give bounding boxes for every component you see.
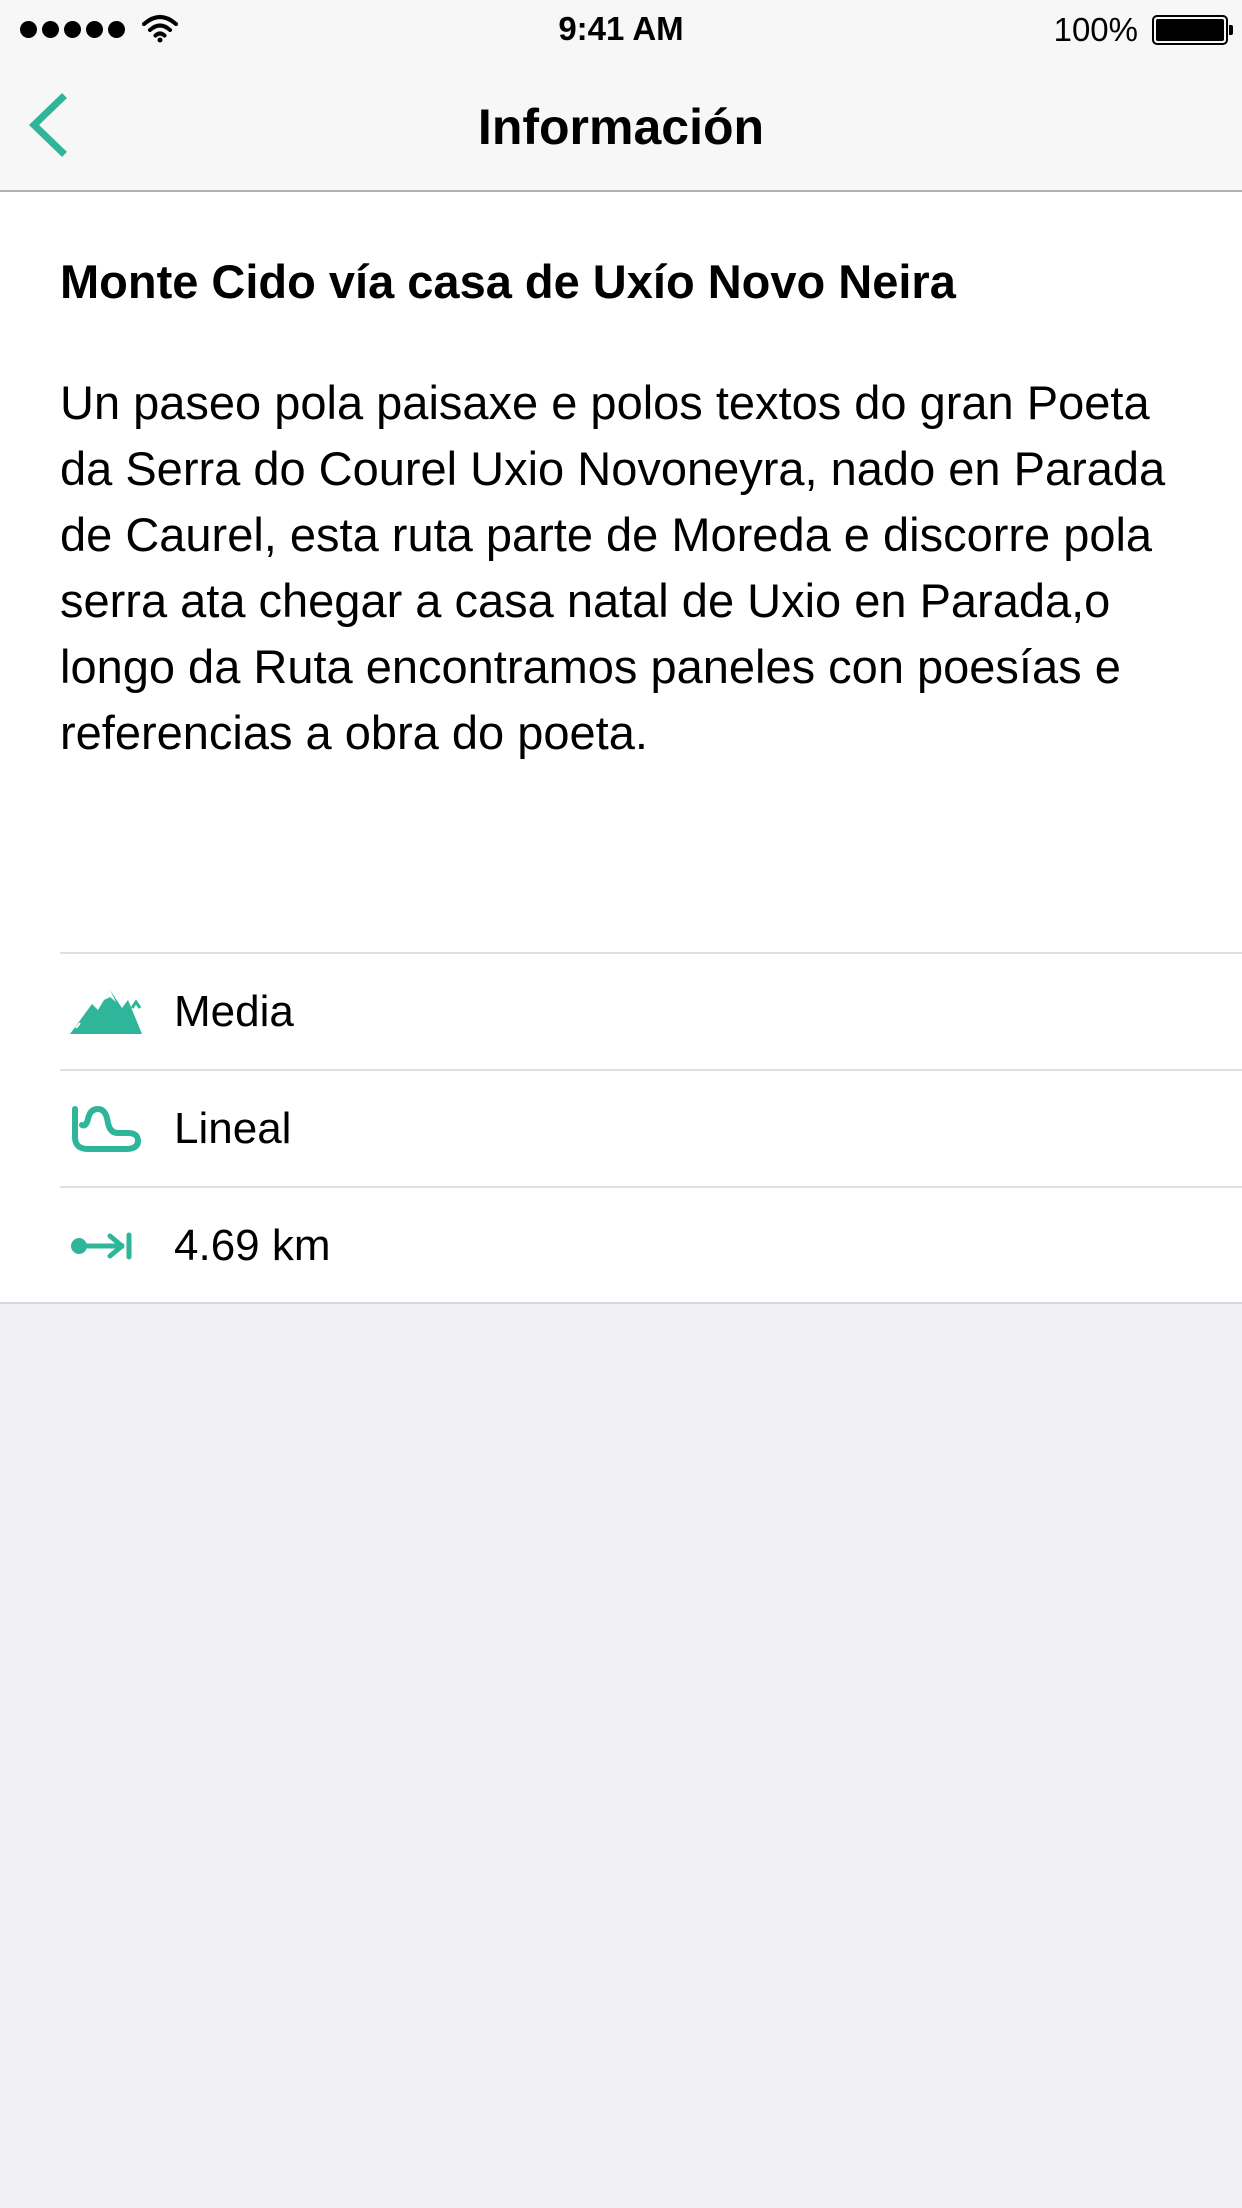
route-info-list: Media Lineal 4.69 km <box>60 952 1242 1303</box>
route-type-label: Lineal <box>174 1103 292 1153</box>
distance-label: 4.69 km <box>174 1220 331 1270</box>
difficulty-row: Media <box>60 952 1242 1069</box>
winding-route-icon <box>72 1105 141 1152</box>
distance-arrow-icon <box>71 1232 132 1259</box>
route-description: Un paseo pola paisaxe e polos textos do … <box>60 376 1166 759</box>
route-title: Monte Cido vía casa de Uxío Novo Neira <box>60 255 956 308</box>
battery-percentage: 100% <box>1053 11 1138 48</box>
battery-icon <box>1152 15 1233 45</box>
route-type-row: Lineal <box>60 1069 1242 1186</box>
page-title: Información <box>477 99 765 155</box>
navigation-bar: Información <box>0 60 1242 192</box>
mountain-icon <box>70 989 142 1034</box>
distance-row: 4.69 km <box>60 1186 1242 1303</box>
route-info-panel: Monte Cido vía casa de Uxío Novo Neira U… <box>0 192 1242 1304</box>
difficulty-label: Media <box>174 986 294 1036</box>
status-bar: 9:41 AM 100% <box>0 0 1242 60</box>
screen: 9:41 AM 100% Información Monte Cido vía … <box>0 0 1242 2208</box>
